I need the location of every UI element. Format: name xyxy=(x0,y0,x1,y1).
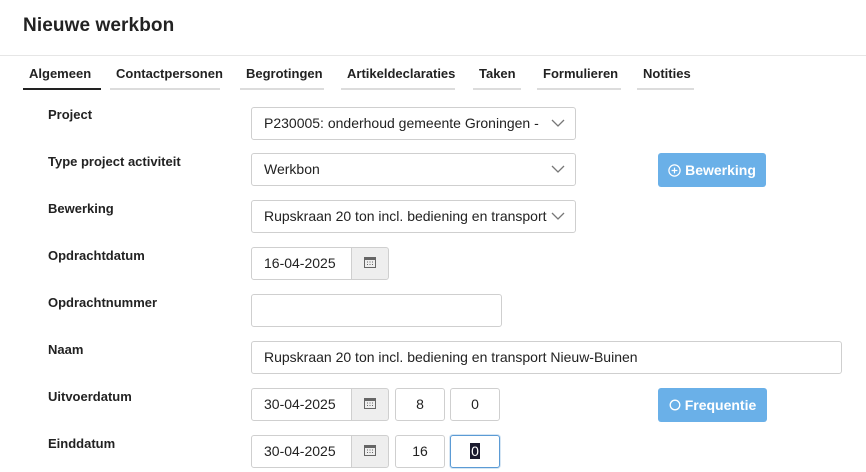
project-select[interactable]: P230005: onderhoud gemeente Groningen - xyxy=(251,107,576,140)
opdrachtdatum-picker: 16-04-2025 xyxy=(251,247,389,280)
type-activiteit-value: Werkbon xyxy=(264,161,320,177)
bewerking-select[interactable]: Rupskraan 20 ton incl. bediening en tran… xyxy=(251,200,576,233)
type-activiteit-select[interactable]: Werkbon xyxy=(251,153,576,186)
uitvoerdatum-input[interactable]: 30-04-2025 xyxy=(251,388,352,421)
einddatum-label: Einddatum xyxy=(48,436,116,451)
calendar-icon xyxy=(364,396,376,414)
calendar-icon xyxy=(364,255,376,273)
chevron-down-icon xyxy=(551,165,565,173)
tab-begrotingen[interactable]: Begrotingen xyxy=(240,64,324,90)
tab-contactpersonen[interactable]: Contactpersonen xyxy=(110,64,223,90)
opdrachtdatum-input[interactable]: 16-04-2025 xyxy=(251,247,352,280)
einddatum-minute-input[interactable]: 0 xyxy=(450,435,500,468)
chevron-down-icon xyxy=(551,212,565,220)
tab-algemeen[interactable]: Algemeen xyxy=(23,64,101,90)
add-bewerking-button-label: Bewerking xyxy=(685,162,756,178)
uitvoerdatum-hour-input[interactable]: 8 xyxy=(395,388,445,421)
tab-formulieren[interactable]: Formulieren xyxy=(537,64,621,90)
header-divider xyxy=(0,55,866,56)
bewerking-select-value: Rupskraan 20 ton incl. bediening en tran… xyxy=(264,208,547,224)
bewerking-label: Bewerking xyxy=(48,201,114,216)
calendar-button[interactable] xyxy=(351,435,389,468)
einddatum-minute-value: 0 xyxy=(470,443,480,459)
tab-artikeldeclaraties[interactable]: Artikeldeclaraties xyxy=(341,64,455,90)
plus-circle-icon xyxy=(668,163,681,177)
calendar-button[interactable] xyxy=(351,247,389,280)
einddatum-input[interactable]: 30-04-2025 xyxy=(251,435,352,468)
calendar-icon xyxy=(364,443,376,461)
add-bewerking-button[interactable]: Bewerking xyxy=(658,153,766,187)
frequentie-button[interactable]: Frequentie xyxy=(658,388,767,422)
naam-label: Naam xyxy=(48,342,84,357)
circle-icon xyxy=(669,399,681,411)
einddatum-picker: 30-04-2025 xyxy=(251,435,389,468)
calendar-button[interactable] xyxy=(351,388,389,421)
type-activiteit-label: Type project activiteit xyxy=(48,154,181,169)
opdrachtnummer-label: Opdrachtnummer xyxy=(48,295,158,310)
chevron-down-icon xyxy=(551,119,565,127)
tab-taken[interactable]: Taken xyxy=(473,64,521,90)
project-label: Project xyxy=(48,107,93,122)
opdrachtdatum-label: Opdrachtdatum xyxy=(48,248,145,263)
uitvoerdatum-picker: 30-04-2025 xyxy=(251,388,389,421)
tab-notities[interactable]: Notities xyxy=(637,64,694,90)
uitvoerdatum-label: Uitvoerdatum xyxy=(48,389,132,404)
frequentie-button-label: Frequentie xyxy=(684,397,757,413)
page-title: Nieuwe werkbon xyxy=(23,15,175,36)
opdrachtnummer-input[interactable] xyxy=(251,294,502,327)
einddatum-hour-input[interactable]: 16 xyxy=(395,435,445,468)
naam-input[interactable]: Rupskraan 20 ton incl. bediening en tran… xyxy=(251,341,842,374)
uitvoerdatum-minute-input[interactable]: 0 xyxy=(450,388,500,421)
project-select-value: P230005: onderhoud gemeente Groningen - xyxy=(264,115,539,131)
